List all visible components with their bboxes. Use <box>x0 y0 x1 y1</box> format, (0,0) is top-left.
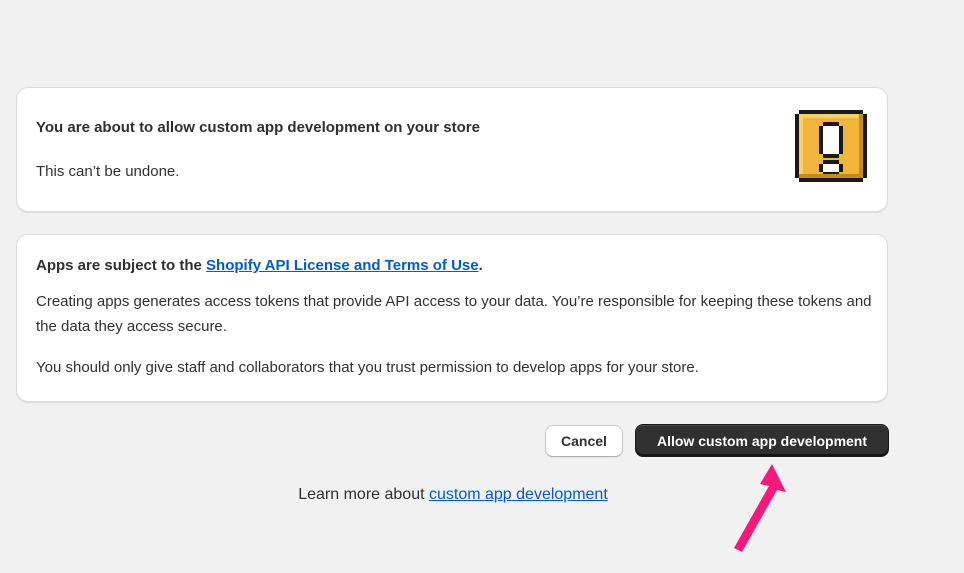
terms-card: Apps are subject to the Shopify API Lice… <box>16 234 888 402</box>
warning-body: This can’t be undone. <box>36 163 180 180</box>
allow-custom-app-development-button[interactable]: Allow custom app development <box>635 424 889 457</box>
warning-title: You are about to allow custom app develo… <box>36 119 480 136</box>
exclamation-icon <box>795 110 867 182</box>
warning-card: You are about to allow custom app develo… <box>16 87 888 212</box>
annotation-arrow-icon <box>734 464 786 552</box>
terms-heading-prefix: Apps are subject to the <box>36 257 207 274</box>
cancel-button[interactable]: Cancel <box>545 425 623 457</box>
terms-heading-suffix: . <box>478 257 483 274</box>
permission-paragraph: You should only give staff and collabora… <box>36 359 699 376</box>
api-license-link[interactable]: Shopify API License and Terms of Use <box>206 257 479 274</box>
learn-more-prefix: Learn more about <box>298 486 429 503</box>
custom-app-development-link[interactable]: custom app development <box>429 486 608 503</box>
terms-heading: Apps are subject to the Shopify API Lice… <box>36 257 483 274</box>
access-token-paragraph: Creating apps generates access tokens th… <box>36 293 872 335</box>
